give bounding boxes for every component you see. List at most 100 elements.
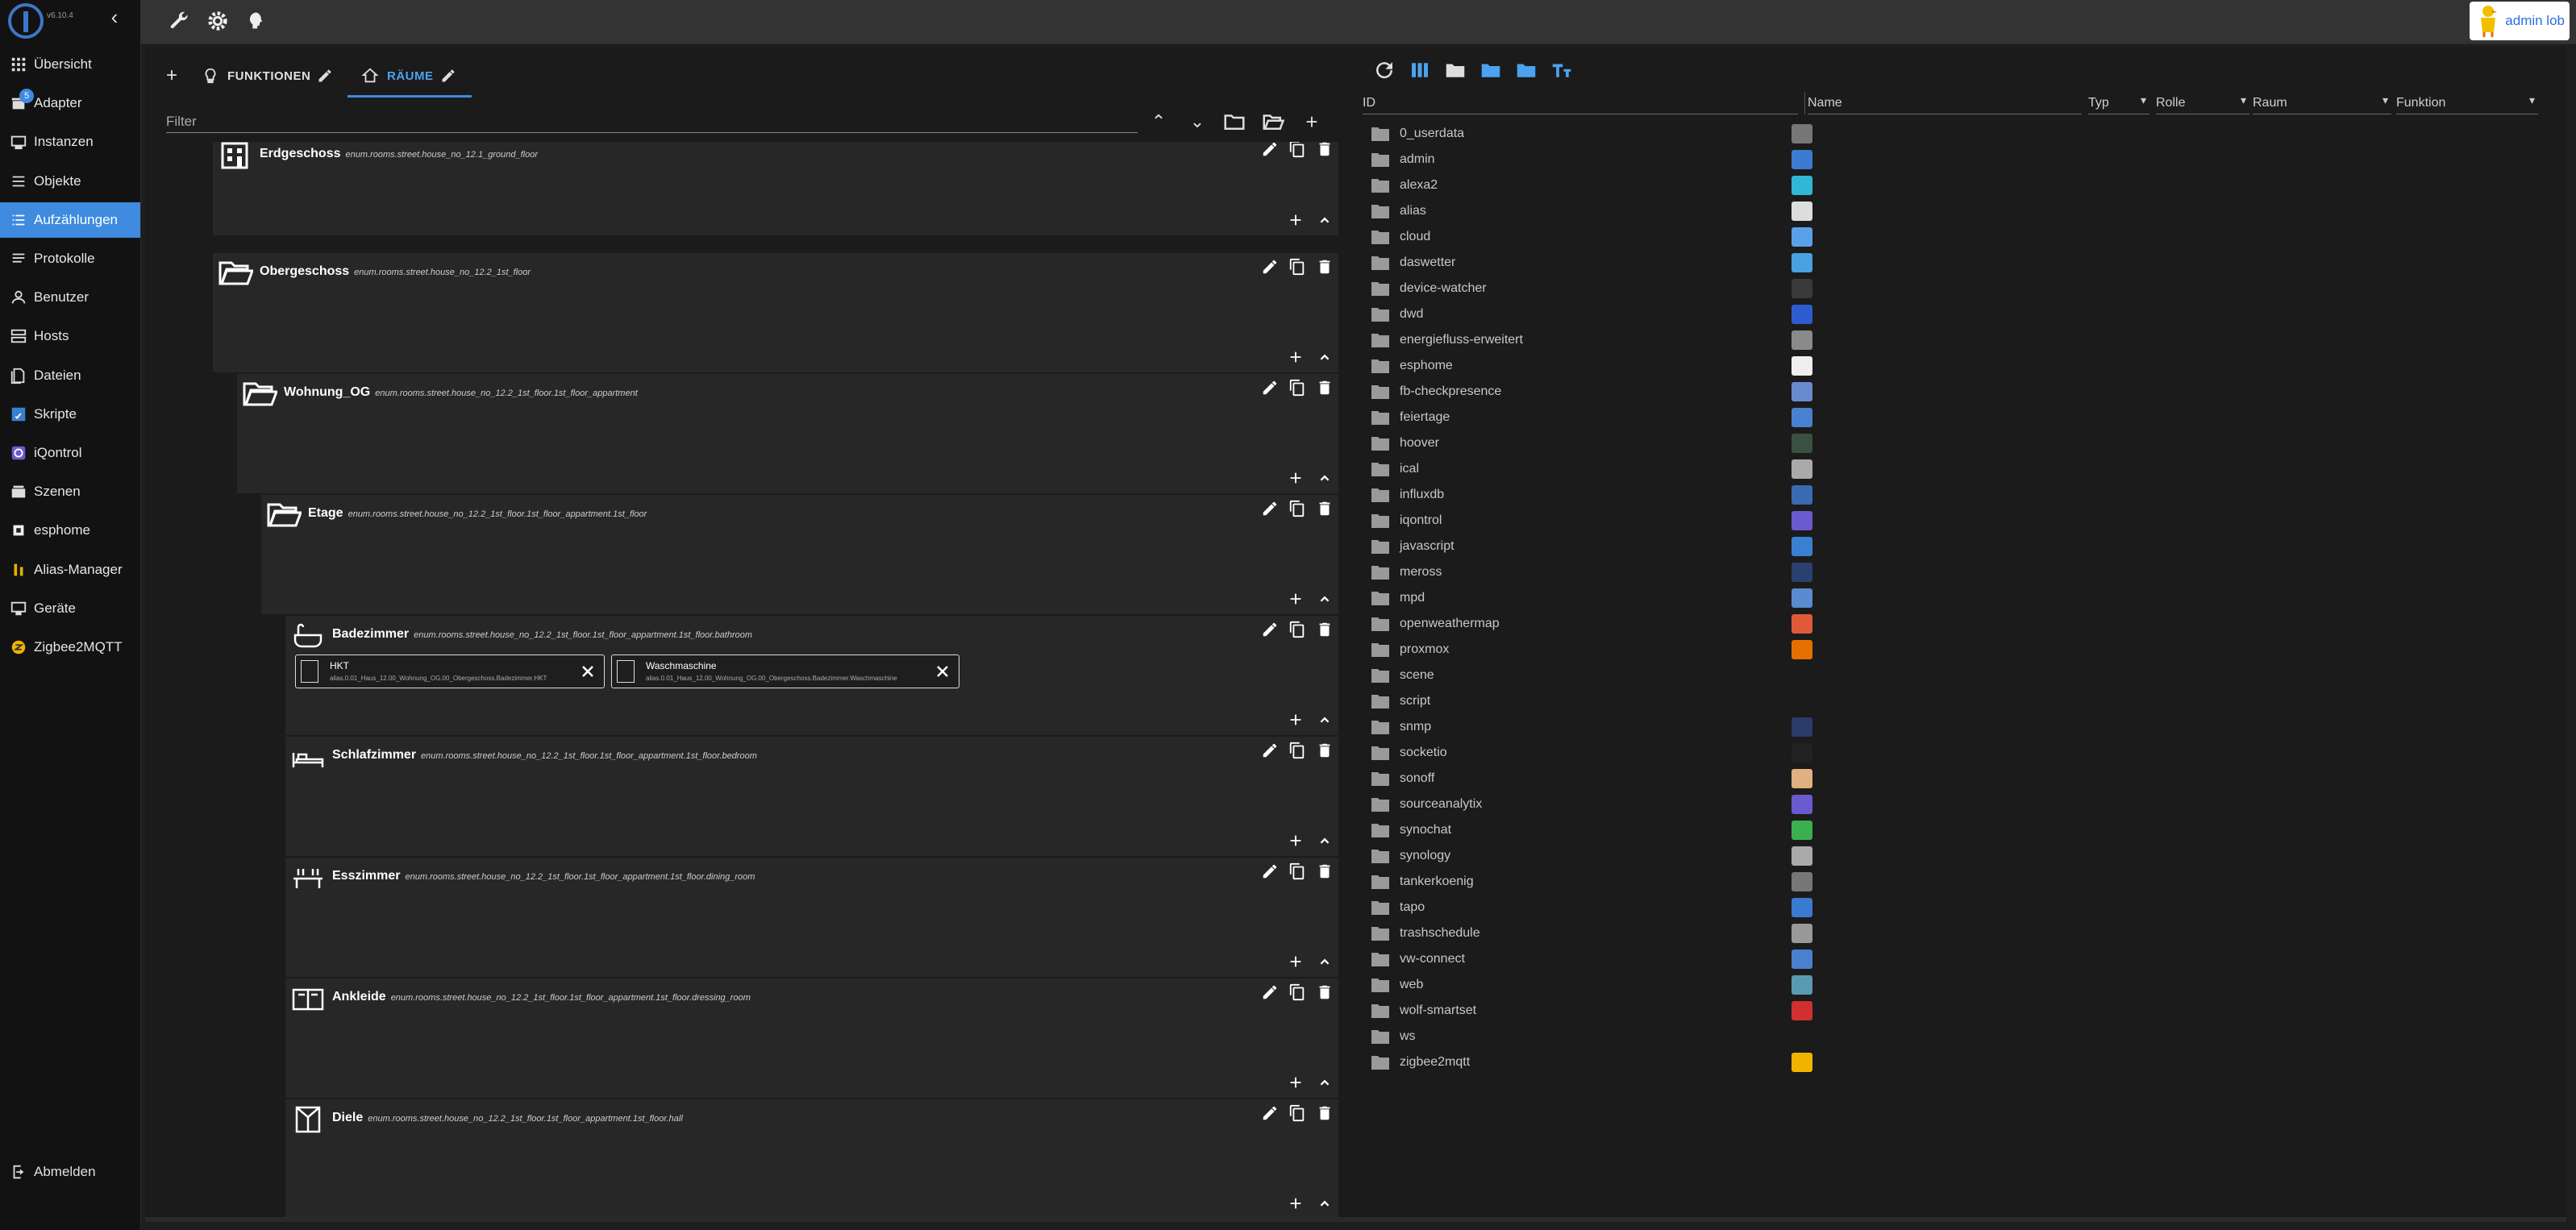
object-row[interactable]: mpd xyxy=(1363,585,2556,611)
collapse-chevron-icon[interactable] xyxy=(1316,711,1334,729)
delete-icon[interactable] xyxy=(1316,1104,1334,1122)
collapse-chevron-icon[interactable] xyxy=(1316,469,1334,487)
add-child-icon[interactable] xyxy=(1287,1074,1305,1091)
column-room-filter[interactable]: Raum xyxy=(2253,92,2391,114)
columns-icon[interactable] xyxy=(1408,58,1432,82)
folder-icon[interactable] xyxy=(1371,461,1390,477)
collapse-chevron-icon[interactable] xyxy=(1316,953,1334,970)
sidebar-item-szenen[interactable]: Szenen xyxy=(0,474,140,509)
folder-icon[interactable] xyxy=(1371,951,1390,967)
enum-member-chip[interactable]: HKT alias.0.01_Haus_12.00_Wohnung_OG.00_O… xyxy=(295,654,605,688)
column-id[interactable]: ID xyxy=(1363,92,1798,114)
expert-mode-icon[interactable] xyxy=(245,10,268,32)
object-row[interactable]: sonoff xyxy=(1363,766,2556,792)
text-size-icon[interactable] xyxy=(1550,58,1574,82)
object-row[interactable]: javascript xyxy=(1363,534,2556,559)
object-row[interactable]: 0_userdata xyxy=(1363,121,2556,147)
folder-icon[interactable] xyxy=(1371,590,1390,606)
add-child-icon[interactable] xyxy=(1287,953,1305,970)
object-row[interactable]: tankerkoenig xyxy=(1363,869,2556,895)
enum-card[interactable]: Wohnung_OG enum.rooms.street.house_no_12.… xyxy=(237,374,1338,495)
delete-icon[interactable] xyxy=(1316,983,1334,1001)
edit-pencil-icon[interactable] xyxy=(1261,983,1279,1001)
copy-icon[interactable] xyxy=(1288,862,1306,880)
object-row[interactable]: alias xyxy=(1363,198,2556,224)
folder-icon[interactable] xyxy=(1371,719,1390,735)
copy-icon[interactable] xyxy=(1288,379,1306,397)
object-row[interactable]: wolf-smartset xyxy=(1363,998,2556,1024)
sidebar-item-skripte[interactable]: Skripte xyxy=(0,397,140,432)
folder-icon[interactable] xyxy=(1371,771,1390,787)
sidebar-item-iqontrol[interactable]: iQontrol xyxy=(0,435,140,471)
folder-icon[interactable] xyxy=(1371,1003,1390,1019)
remove-member-icon[interactable] xyxy=(578,662,597,681)
copy-icon[interactable] xyxy=(1288,1104,1306,1122)
object-row[interactable]: openweathermap xyxy=(1363,611,2556,637)
folder-icon[interactable] xyxy=(1371,745,1390,761)
object-row[interactable]: feiertage xyxy=(1363,405,2556,430)
folder-icon[interactable] xyxy=(1371,1028,1390,1045)
delete-icon[interactable] xyxy=(1316,379,1334,397)
collapse-all-button[interactable]: ⌃ xyxy=(1147,110,1171,134)
column-type-filter[interactable]: Typ xyxy=(2088,92,2149,114)
collapse-chevron-icon[interactable] xyxy=(1316,348,1334,366)
object-row[interactable]: dwd xyxy=(1363,301,2556,327)
edit-pencil-icon[interactable] xyxy=(1261,1104,1279,1122)
object-row[interactable]: device-watcher xyxy=(1363,276,2556,301)
folder-icon[interactable] xyxy=(1371,693,1390,709)
object-row[interactable]: energiefluss-erweitert xyxy=(1363,327,2556,353)
folder-icon[interactable] xyxy=(1371,358,1390,374)
add-child-icon[interactable] xyxy=(1287,711,1305,729)
folder-icon[interactable] xyxy=(1371,435,1390,451)
filter-input[interactable] xyxy=(166,111,1138,133)
object-row[interactable]: alexa2 xyxy=(1363,172,2556,198)
object-row[interactable]: ws xyxy=(1363,1024,2556,1049)
folder-icon[interactable] xyxy=(1371,126,1390,142)
object-row[interactable]: sourceanalytix xyxy=(1363,792,2556,817)
folder-icon[interactable] xyxy=(1371,152,1390,168)
object-row[interactable]: synology xyxy=(1363,843,2556,869)
add-enum-button[interactable]: + xyxy=(1300,110,1324,134)
enum-card[interactable]: Obergeschoss enum.rooms.street.house_no_1… xyxy=(213,253,1338,374)
object-row[interactable]: tapo xyxy=(1363,895,2556,920)
sidebar-item-adapter[interactable]: Adapter 5 xyxy=(0,85,140,121)
copy-icon[interactable] xyxy=(1288,258,1306,276)
remove-member-icon[interactable] xyxy=(933,662,952,681)
collapse-chevron-icon[interactable] xyxy=(1316,211,1334,229)
object-row[interactable]: synochat xyxy=(1363,817,2556,843)
folder-icon[interactable] xyxy=(1371,409,1390,426)
enum-card[interactable]: Badezimmer enum.rooms.street.house_no_12.… xyxy=(285,616,1338,737)
delete-icon[interactable] xyxy=(1316,500,1334,517)
sidebar-item--bersicht[interactable]: Übersicht xyxy=(0,47,140,82)
collapse-folder-icon[interactable] xyxy=(1514,58,1538,82)
object-row[interactable]: cloud xyxy=(1363,224,2556,250)
edit-pencil-icon[interactable] xyxy=(1261,142,1279,158)
enum-card[interactable]: Esszimmer enum.rooms.street.house_no_12.2… xyxy=(285,858,1338,979)
folder-icon[interactable] xyxy=(1371,796,1390,812)
column-function-filter[interactable]: Funktion xyxy=(2396,92,2538,114)
folder-icon[interactable] xyxy=(1371,203,1390,219)
sidebar-item-alias-manager[interactable]: Alias-Manager xyxy=(0,552,140,588)
folder-icon[interactable] xyxy=(1371,977,1390,993)
sidebar-item-ger-te[interactable]: Geräte xyxy=(0,591,140,626)
object-row[interactable]: ical xyxy=(1363,456,2556,482)
sidebar-item-zigbee2mqtt[interactable]: Zigbee2MQTT xyxy=(0,630,140,665)
folder-icon[interactable] xyxy=(1371,848,1390,864)
sidebar-item-esphome[interactable]: esphome xyxy=(0,513,140,548)
collapse-sidebar-icon[interactable]: ‹ xyxy=(106,6,123,27)
folder-icon[interactable] xyxy=(1371,255,1390,271)
object-row[interactable]: trashschedule xyxy=(1363,920,2556,946)
add-child-icon[interactable] xyxy=(1287,469,1305,487)
tab-functions[interactable]: FUNKTIONEN xyxy=(202,60,333,92)
object-row[interactable]: hoover xyxy=(1363,430,2556,456)
add-child-icon[interactable] xyxy=(1287,590,1305,608)
sidebar-item-protokolle[interactable]: Protokolle xyxy=(0,241,140,276)
collapse-chevron-icon[interactable] xyxy=(1316,1074,1334,1091)
delete-icon[interactable] xyxy=(1316,258,1334,276)
iobroker-logo-icon[interactable] xyxy=(8,3,44,39)
object-row[interactable]: scene xyxy=(1363,663,2556,688)
add-category-button[interactable]: + xyxy=(166,60,178,92)
horizontal-scrollbar[interactable] xyxy=(145,1217,2566,1222)
folder-icon[interactable] xyxy=(1371,667,1390,684)
enum-card[interactable]: Schlafzimmer enum.rooms.street.house_no_1… xyxy=(285,737,1338,858)
